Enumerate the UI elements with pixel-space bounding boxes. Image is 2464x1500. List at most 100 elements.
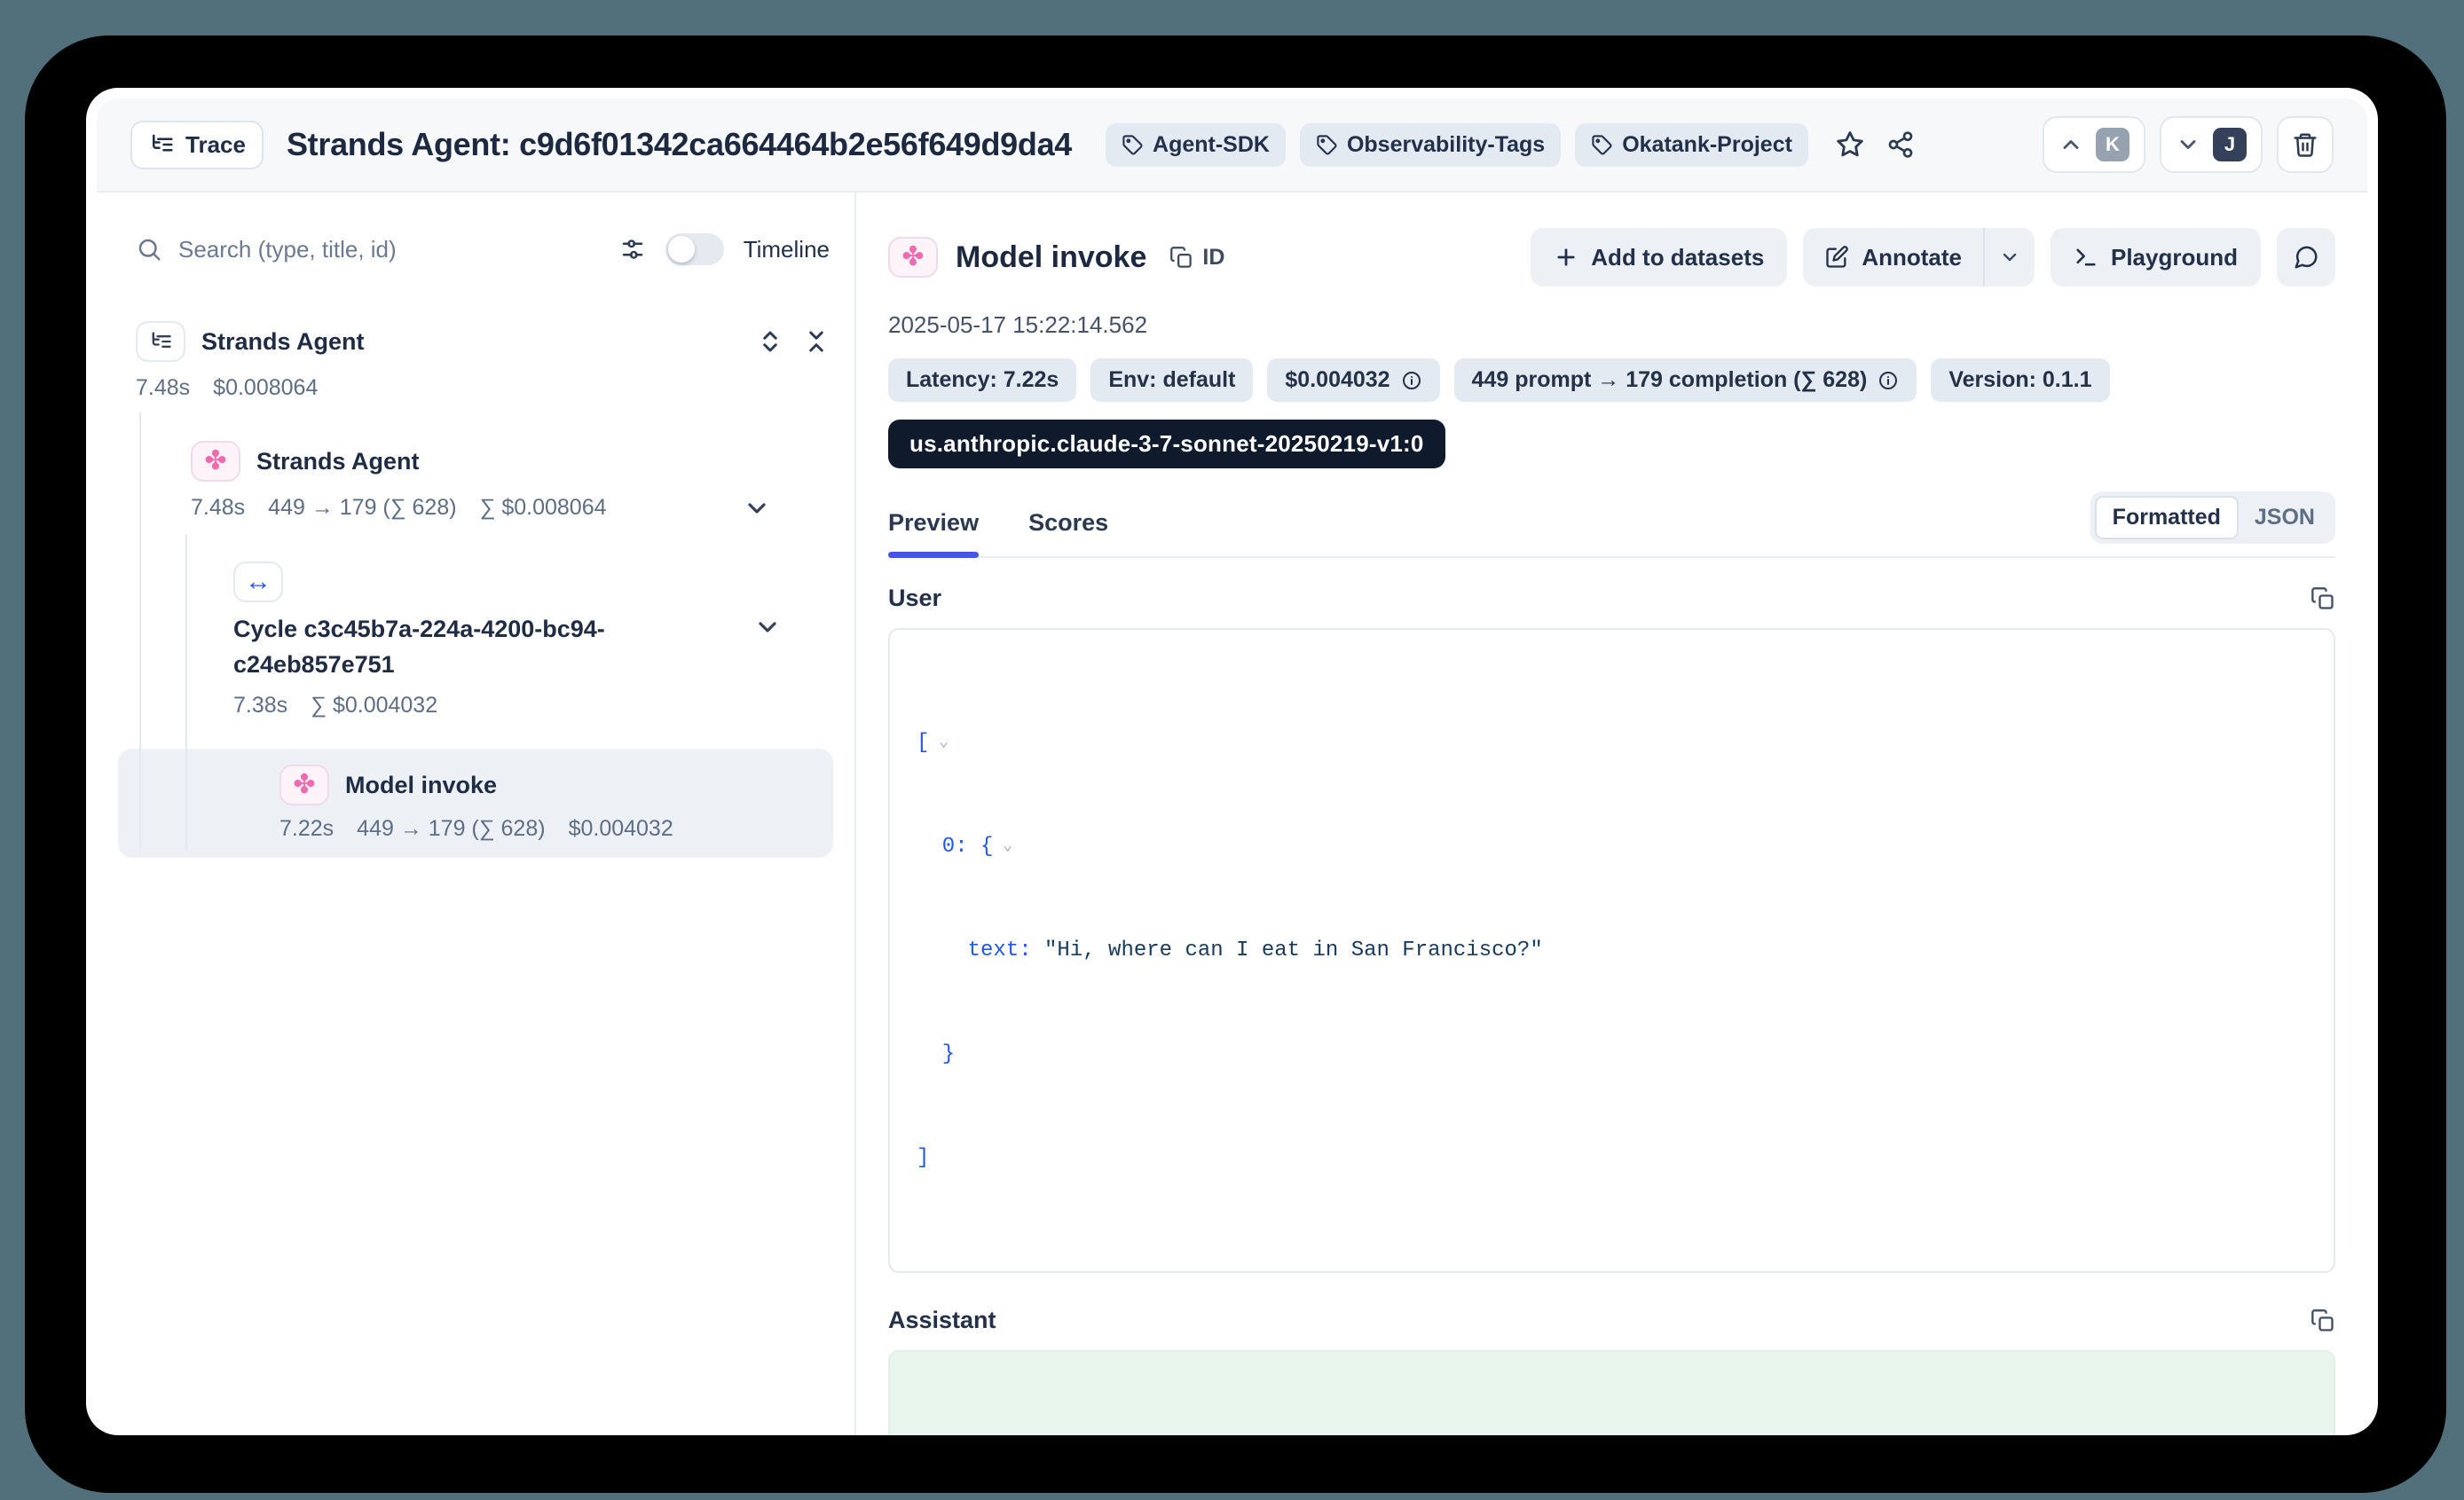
next-trace-button[interactable]: J xyxy=(2160,116,2263,173)
copy-icon[interactable] xyxy=(2310,1308,2335,1333)
prev-trace-button[interactable]: K xyxy=(2043,116,2145,173)
detail-tabs: Preview Scores Formatted JSON xyxy=(888,491,2335,558)
trace-header: Trace Strands Agent: c9d6f01342ca664464b… xyxy=(97,98,2367,192)
duration: 7.48s xyxy=(136,375,190,401)
assistant-section-label: Assistant xyxy=(888,1307,996,1334)
trace-type-badge: Trace xyxy=(130,121,264,169)
shortcut-k-badge: K xyxy=(2096,128,2129,161)
edit-pencil-icon xyxy=(1824,245,1849,270)
tag-icon xyxy=(1591,134,1613,156)
model-name-badge[interactable]: us.anthropic.claude-3-7-sonnet-20250219-… xyxy=(888,420,1445,468)
search-input[interactable] xyxy=(178,236,533,263)
shortcut-j-badge: J xyxy=(2213,128,2247,161)
user-json-viewer: [ ⌄ 0: { ⌄ text: "Hi, where can I eat in… xyxy=(917,656,2307,1245)
id-label: ID xyxy=(1202,245,1224,271)
span-tree: Strands Agent 7.48s $0.008064 xyxy=(136,320,830,858)
search-icon xyxy=(136,236,162,263)
duration: 7.38s xyxy=(233,693,287,719)
version-badge: Version: 0.1.1 xyxy=(1931,358,2109,402)
tag-label: Agent-SDK xyxy=(1153,132,1270,158)
page-title: Strands Agent: c9d6f01342ca664464b2e56f6… xyxy=(287,126,1072,163)
timeline-toggle[interactable] xyxy=(665,233,724,265)
tree-node-model-invoke-selected[interactable]: ✤ Model invoke 7.22s 449 → 179 (∑ 628) $… xyxy=(118,749,833,858)
latency-badge: Latency: 7.22s xyxy=(888,358,1076,402)
annotate-button[interactable]: Annotate xyxy=(1803,228,1983,287)
cost: $0.008064 xyxy=(213,375,318,401)
assistant-message-section: Assistant { ⌄ text: "Hi there! I'm Resta… xyxy=(888,1307,2335,1435)
tab-scores[interactable]: Scores xyxy=(1028,509,1108,556)
tree-guide-line xyxy=(139,412,141,851)
tag-label: Observability-Tags xyxy=(1347,132,1545,158)
desktop-background: Trace Strands Agent: c9d6f01342ca664464b… xyxy=(0,0,2464,1500)
share-icon[interactable] xyxy=(1886,130,1915,159)
agent-icon: ✤ xyxy=(888,237,938,278)
format-option-formatted[interactable]: Formatted xyxy=(2095,496,2239,539)
user-json-card: [ ⌄ 0: { ⌄ text: "Hi, where can I eat in… xyxy=(888,628,2335,1273)
terminal-icon xyxy=(2074,245,2098,270)
tag-icon xyxy=(1316,134,1338,156)
tag-icon xyxy=(1122,134,1144,156)
tag-okatank-project[interactable]: Okatank-Project xyxy=(1575,123,1808,167)
tree-guide-line xyxy=(185,535,187,851)
duration: 7.48s xyxy=(191,495,245,521)
trace-tree-sidebar: Timeline Strands Agent xyxy=(86,192,856,1435)
copy-icon[interactable] xyxy=(2310,586,2335,611)
cost-badge: $0.004032 xyxy=(1267,358,1439,402)
tree-node-metrics: 7.38s ∑ $0.004032 xyxy=(233,693,830,719)
collapse-all-icon[interactable] xyxy=(803,328,830,355)
assistant-json-viewer: { ⌄ text: "Hi there! I'm Restaurant Help… xyxy=(917,1378,2307,1435)
expand-all-icon[interactable] xyxy=(757,328,783,355)
add-to-datasets-button[interactable]: Add to datasets xyxy=(1531,228,1787,287)
info-icon[interactable] xyxy=(1401,370,1422,391)
copy-icon xyxy=(1169,246,1193,270)
tree-node-title: Strands Agent xyxy=(201,328,365,356)
annotate-dropdown-chevron[interactable] xyxy=(1985,228,2035,287)
agent-icon: ✤ xyxy=(191,441,240,482)
playground-button[interactable]: Playground xyxy=(2051,228,2261,287)
collapse-caret-icon[interactable]: ⌄ xyxy=(993,837,1012,855)
chevron-down-icon xyxy=(2176,132,2200,157)
tree-node-cycle[interactable]: ↔ Cycle c3c45b7a-224a-4200-bc94-c24eb857… xyxy=(233,562,830,719)
env-badge: Env: default xyxy=(1090,358,1253,402)
collapse-node-chevron[interactable] xyxy=(743,494,771,522)
tag-observability-tags[interactable]: Observability-Tags xyxy=(1300,123,1561,167)
timeline-toggle-label: Timeline xyxy=(744,236,830,263)
format-toggle: Formatted JSON xyxy=(2090,491,2335,544)
metadata-badges: Latency: 7.22s Env: default $0.004032 44… xyxy=(888,358,2335,402)
app-window: Trace Strands Agent: c9d6f01342ca664464b… xyxy=(86,88,2378,1435)
info-icon[interactable] xyxy=(1878,370,1899,391)
comments-button[interactable] xyxy=(2277,228,2335,287)
collapse-caret-icon[interactable]: ⌄ xyxy=(929,734,949,751)
user-message-section: User [ ⌄ 0: { ⌄ text: "Hi, where can I e… xyxy=(888,585,2335,1273)
copy-id-button[interactable]: ID xyxy=(1169,245,1224,271)
toggle-knob xyxy=(668,236,695,263)
cost: ∑ $0.004032 xyxy=(311,693,437,719)
tag-label: Okatank-Project xyxy=(1622,132,1792,158)
agent-icon: ✤ xyxy=(279,765,329,805)
tree-node-trace-root[interactable]: Strands Agent xyxy=(136,320,830,363)
tree-node-metrics: 7.48s 449 → 179 (∑ 628) ∑ $0.008064 xyxy=(191,495,830,521)
star-bookmark-icon[interactable] xyxy=(1835,130,1865,160)
annotate-split-button: Annotate xyxy=(1803,228,2035,287)
delete-trace-button[interactable] xyxy=(2277,116,2334,173)
observation-title: Model invoke xyxy=(956,240,1146,275)
observation-detail-panel: ✤ Model invoke ID Add to datasets xyxy=(856,192,2378,1435)
tree-node-agent[interactable]: ✤ Strands Agent 7.48s 449 → 179 (∑ 628) … xyxy=(191,440,830,521)
tree-node-title: Model invoke xyxy=(345,772,497,799)
list-tree-icon xyxy=(136,321,185,362)
tab-preview[interactable]: Preview xyxy=(888,509,979,556)
annotate-label: Annotate xyxy=(1862,244,1962,271)
user-section-label: User xyxy=(888,585,941,612)
assistant-json-card: { ⌄ text: "Hi there! I'm Restaurant Help… xyxy=(888,1350,2335,1435)
format-option-json[interactable]: JSON xyxy=(2239,498,2331,538)
chevron-up-icon xyxy=(2059,132,2083,157)
tree-node-metrics: 7.22s 449 → 179 (∑ 628) $0.004032 xyxy=(279,816,833,842)
filter-sliders-icon[interactable] xyxy=(619,236,646,263)
collapse-node-chevron[interactable] xyxy=(753,613,782,641)
tag-agent-sdk[interactable]: Agent-SDK xyxy=(1106,123,1286,167)
plus-icon xyxy=(1554,245,1578,270)
trash-icon xyxy=(2292,131,2318,158)
chat-bubble-icon xyxy=(2293,244,2319,271)
tree-node-title: Cycle c3c45b7a-224a-4200-bc94-c24eb857e7… xyxy=(233,611,659,682)
duration: 7.22s xyxy=(279,816,334,842)
